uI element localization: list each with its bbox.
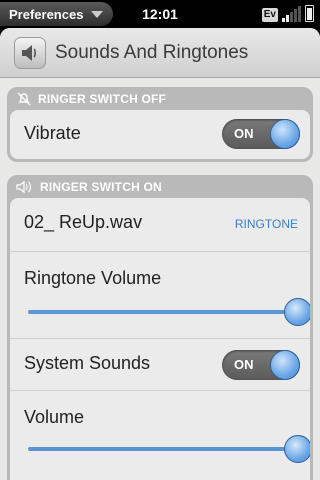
volume-slider[interactable] (28, 435, 310, 463)
speaker-sound-icon (16, 180, 31, 193)
ringtone-volume-row: Ringtone Volume (10, 251, 310, 338)
vibrate-toggle[interactable]: ON (222, 119, 300, 149)
network-badge: Ev (261, 8, 278, 22)
group-body: 02_ ReUp.wav RINGTONE Ringtone Volume Sy… (10, 198, 310, 480)
toggle-label: ON (234, 126, 254, 141)
volume-label: Volume (24, 407, 85, 427)
speaker-icon (14, 36, 46, 69)
volume-row: Volume (10, 390, 310, 480)
status-icons[interactable]: Ev (261, 5, 314, 22)
vibrate-label: Vibrate (24, 123, 81, 143)
preferences-screen: Sounds And Ringtones RINGER SWITCH OFF V… (0, 28, 320, 480)
ringtone-volume-slider[interactable] (28, 298, 310, 326)
ringtone-type-label: RINGTONE (234, 217, 298, 231)
page-title: Sounds And Ringtones (55, 41, 249, 63)
ringtone-name: 02_ ReUp.wav (24, 212, 143, 232)
slider-knob[interactable] (284, 435, 310, 463)
toggle-knob (270, 350, 300, 380)
slider-track (28, 310, 298, 314)
group-header: RINGER SWITCH OFF (10, 87, 310, 110)
system-sounds-row: System Sounds ON (10, 338, 310, 390)
group-label: RINGER SWITCH ON (40, 179, 162, 194)
page-header: Sounds And Ringtones (0, 28, 320, 78)
system-sounds-toggle[interactable]: ON (222, 350, 300, 380)
muted-bell-icon (17, 92, 31, 105)
slider-track (28, 447, 298, 451)
ringer-on-group: RINGER SWITCH ON 02_ ReUp.wav RINGTONE R… (7, 175, 313, 480)
slider-knob[interactable] (284, 298, 310, 326)
toggle-label: ON (234, 357, 254, 372)
status-bar: Preferences 12:01 Ev (0, 0, 320, 28)
ringer-off-group: RINGER SWITCH OFF Vibrate ON (7, 87, 313, 162)
group-label: RINGER SWITCH OFF (38, 91, 167, 106)
signal-strength-icon (282, 6, 301, 22)
system-sounds-label: System Sounds (24, 353, 151, 373)
ringtone-volume-label: Ringtone Volume (24, 268, 162, 288)
group-header: RINGER SWITCH ON (10, 175, 310, 198)
battery-icon (305, 5, 314, 22)
group-body: Vibrate ON (10, 110, 310, 159)
vibrate-row: Vibrate ON (10, 110, 310, 159)
ringtone-row[interactable]: 02_ ReUp.wav RINGTONE (10, 198, 310, 251)
toggle-knob (270, 119, 300, 149)
